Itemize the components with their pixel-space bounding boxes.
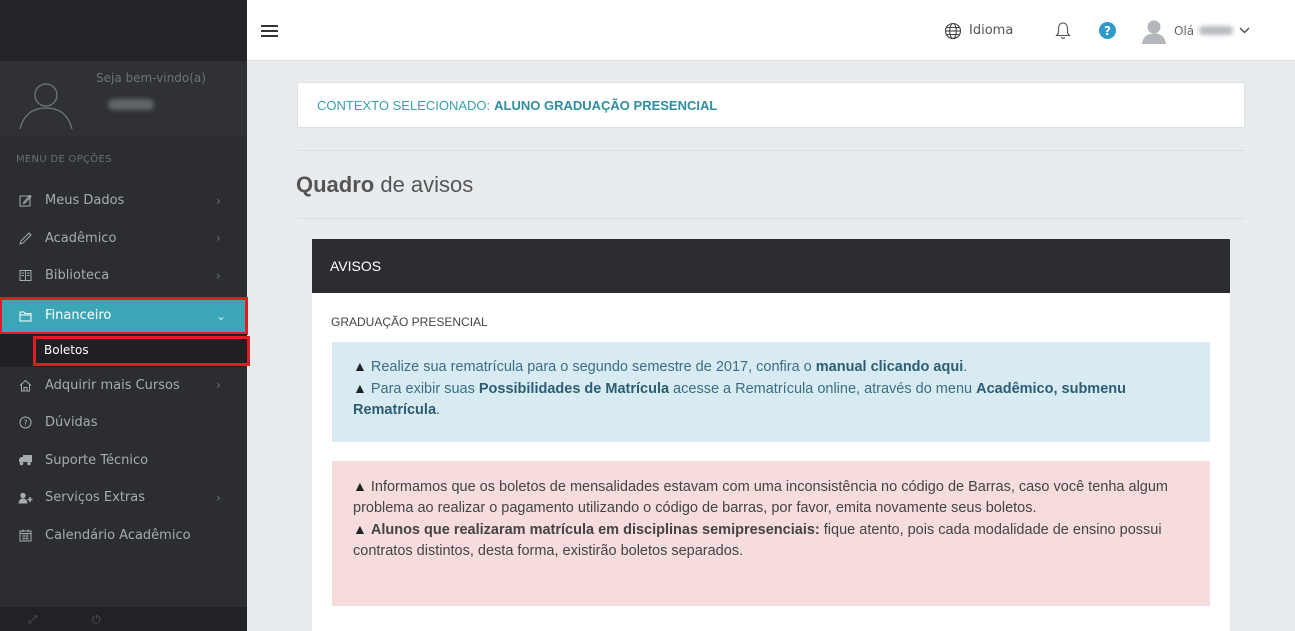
sidebar: Seja bem-vindo(a) MENU DE OPÇÕES Meus Da… xyxy=(0,0,248,631)
chevron-right-icon: › xyxy=(216,193,221,208)
sidebar-item-financeiro[interactable]: Financeiro ⌄ xyxy=(0,296,248,335)
user-name-blurred xyxy=(108,99,154,110)
info-text: Para exibir suas xyxy=(370,381,479,397)
user-menu[interactable]: Olá xyxy=(1141,0,1250,61)
info-alert-line-2: ▲ Para exibir suas Possibilidades de Matr… xyxy=(353,378,1195,421)
sidebar-item-label: Suporte Técnico xyxy=(45,452,149,468)
question-circle-icon: ? xyxy=(17,416,33,429)
sidebar-item-label: Dúvidas xyxy=(45,415,98,431)
user-avatar-icon xyxy=(1142,20,1166,44)
info-text: . xyxy=(963,359,968,375)
greeting-label: Olá xyxy=(1174,23,1195,38)
highlight-box-boletos xyxy=(33,336,250,366)
expand-icon[interactable]: ⤢ xyxy=(28,613,37,627)
svg-text:?: ? xyxy=(23,419,27,428)
danger-alert-line-1: ▲ Informamos que os boletos de mensalidad… xyxy=(353,476,1195,519)
user-avatar-icon xyxy=(19,83,73,130)
panel-header: AVISOS xyxy=(312,239,1230,293)
notifications-button[interactable] xyxy=(1055,0,1071,61)
user-name-blurred xyxy=(1199,26,1234,35)
sidebar-item-label: Meus Dados xyxy=(45,193,125,209)
sidebar-brand-area xyxy=(0,0,247,61)
notices-panel: AVISOS GRADUAÇÃO PRESENCIAL ▲ Realize sua… xyxy=(312,239,1230,631)
folder-icon xyxy=(17,310,33,322)
help-icon: ? xyxy=(1099,22,1116,39)
chevron-right-icon: › xyxy=(216,490,221,505)
topbar: Idioma ? Olá xyxy=(247,0,1295,61)
pencil-icon xyxy=(17,232,33,245)
language-selector[interactable]: Idioma xyxy=(944,0,1013,61)
danger-alert-line-2: ▲ Alunos que realizaram matrícula em disc… xyxy=(353,519,1195,562)
context-prefix: CONTEXTO SELECIONADO: xyxy=(317,97,491,113)
manual-link[interactable]: manual clicando aqui xyxy=(816,359,963,375)
sidebar-item-servicos-extras[interactable]: Serviços Extras › xyxy=(0,479,247,517)
calendar-icon xyxy=(17,529,33,542)
sidebar-item-calendario[interactable]: Calendário Acadêmico xyxy=(0,517,247,555)
sidebar-footer: ⤢ ⏻ xyxy=(0,607,247,631)
sidebar-item-biblioteca[interactable]: Biblioteca › xyxy=(0,257,247,295)
menu-heading: MENU DE OPÇÕES xyxy=(16,154,112,165)
globe-icon xyxy=(944,22,962,39)
info-alert-line-1: ▲ Realize sua rematrícula para o segundo … xyxy=(353,356,1195,378)
power-icon[interactable]: ⏻ xyxy=(92,613,101,627)
sidebar-item-label: Serviços Extras xyxy=(45,490,145,506)
book-icon xyxy=(17,269,33,282)
context-value: ALUNO GRADUAÇÃO PRESENCIAL xyxy=(494,97,718,113)
warning-icon: ▲ xyxy=(353,380,367,396)
home-icon xyxy=(17,379,33,392)
chevron-down-icon xyxy=(1239,27,1250,34)
chevron-right-icon: › xyxy=(216,378,221,393)
chevron-right-icon: › xyxy=(216,268,221,283)
danger-alert: ▲ Informamos que os boletos de mensalidad… xyxy=(332,461,1210,606)
page-title-bold: Quadro xyxy=(296,172,375,197)
divider xyxy=(297,150,1245,151)
panel-subheader: GRADUAÇÃO PRESENCIAL xyxy=(331,315,488,329)
page-title-rest: de avisos xyxy=(374,172,474,197)
sidebar-item-label: Biblioteca xyxy=(45,268,110,284)
hamburger-menu-icon[interactable] xyxy=(261,25,278,37)
sidebar-item-label: Acadêmico xyxy=(45,230,117,246)
truck-icon xyxy=(17,454,33,466)
info-alert: ▲ Realize sua rematrícula para o segundo … xyxy=(332,342,1210,442)
sidebar-item-label: Financeiro xyxy=(45,308,112,323)
page-title: Quadro de avisos xyxy=(296,172,473,198)
danger-bold-text: Alunos que realizaram matrícula em disci… xyxy=(370,522,820,538)
edit-icon xyxy=(17,194,33,207)
danger-text: Informamos que os boletos de mensalidade… xyxy=(353,479,1168,516)
sidebar-user-panel: Seja bem-vindo(a) xyxy=(0,61,247,138)
context-bar: CONTEXTO SELECIONADO: ALUNO GRADUAÇÃO PR… xyxy=(297,82,1245,128)
warning-icon: ▲ xyxy=(353,478,367,494)
sidebar-item-meus-dados[interactable]: Meus Dados › xyxy=(0,182,247,220)
info-text: . xyxy=(436,402,441,418)
divider xyxy=(297,218,1245,219)
info-text: Realize sua rematrícula para o segundo s… xyxy=(370,359,816,375)
sidebar-item-duvidas[interactable]: ? Dúvidas xyxy=(0,404,247,442)
chevron-down-icon: ⌄ xyxy=(216,308,227,323)
sidebar-item-label: Adquirir mais Cursos xyxy=(45,377,180,393)
welcome-text: Seja bem-vindo(a) xyxy=(96,71,206,85)
bell-icon xyxy=(1055,22,1071,39)
info-bold-text: Possibilidades de Matrícula xyxy=(478,381,670,397)
sidebar-menu: Meus Dados › Acadêmico › Biblioteca › Fi… xyxy=(0,182,248,555)
sidebar-item-adquirir-cursos[interactable]: Adquirir mais Cursos › xyxy=(0,367,247,405)
chevron-right-icon: › xyxy=(216,231,221,246)
sidebar-item-label: Calendário Acadêmico xyxy=(45,527,191,543)
warning-icon: ▲ xyxy=(353,358,367,374)
help-button[interactable]: ? xyxy=(1099,0,1116,61)
warning-icon: ▲ xyxy=(353,521,367,537)
sidebar-item-academico[interactable]: Acadêmico › xyxy=(0,220,247,258)
language-label: Idioma xyxy=(969,23,1014,38)
sidebar-item-suporte-tecnico[interactable]: Suporte Técnico xyxy=(0,442,247,480)
user-plus-icon xyxy=(17,492,33,504)
info-text: acesse a Rematrícula online, através do … xyxy=(669,381,977,397)
